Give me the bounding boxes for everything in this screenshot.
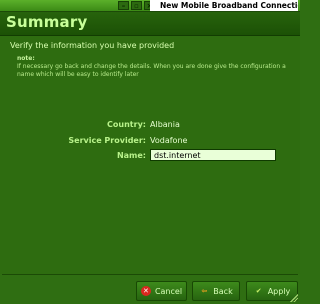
note-title: note: — [17, 55, 35, 62]
page-subtitle: Verify the information you have provided — [10, 41, 175, 50]
maximize-icon[interactable]: ▫ — [131, 1, 142, 10]
cancel-button[interactable]: ✕ Cancel — [136, 281, 187, 301]
page-header: Summary — [0, 12, 300, 36]
cancel-button-label: Cancel — [154, 286, 183, 296]
window-titlebar: – ▫ × New Mobile Broadband Connection — [0, 0, 300, 12]
apply-button-label: Apply — [267, 286, 291, 296]
window-title: New Mobile Broadband Connection — [150, 0, 298, 11]
connection-name-input[interactable] — [150, 149, 276, 161]
minimize-icon[interactable]: – — [118, 1, 129, 10]
country-label: Country: — [107, 120, 146, 129]
provider-value: Vodafone — [150, 136, 188, 145]
note-text: If necessary go back and change the deta… — [17, 63, 286, 78]
page-title: Summary — [6, 13, 88, 31]
back-button-label: Back — [213, 286, 233, 296]
country-value: Albania — [150, 120, 180, 129]
provider-label: Service Provider: — [68, 136, 146, 145]
back-arrow-icon: ⇦ — [201, 287, 208, 295]
button-separator — [2, 274, 298, 275]
cancel-icon: ✕ — [140, 286, 151, 296]
checkmark-icon: ✔ — [255, 287, 262, 295]
back-button[interactable]: ⇦ Back — [192, 281, 240, 301]
summary-panel: Verify the information you have provided… — [0, 36, 300, 274]
name-label: Name: — [116, 151, 146, 160]
resize-grip-icon[interactable] — [290, 294, 298, 302]
